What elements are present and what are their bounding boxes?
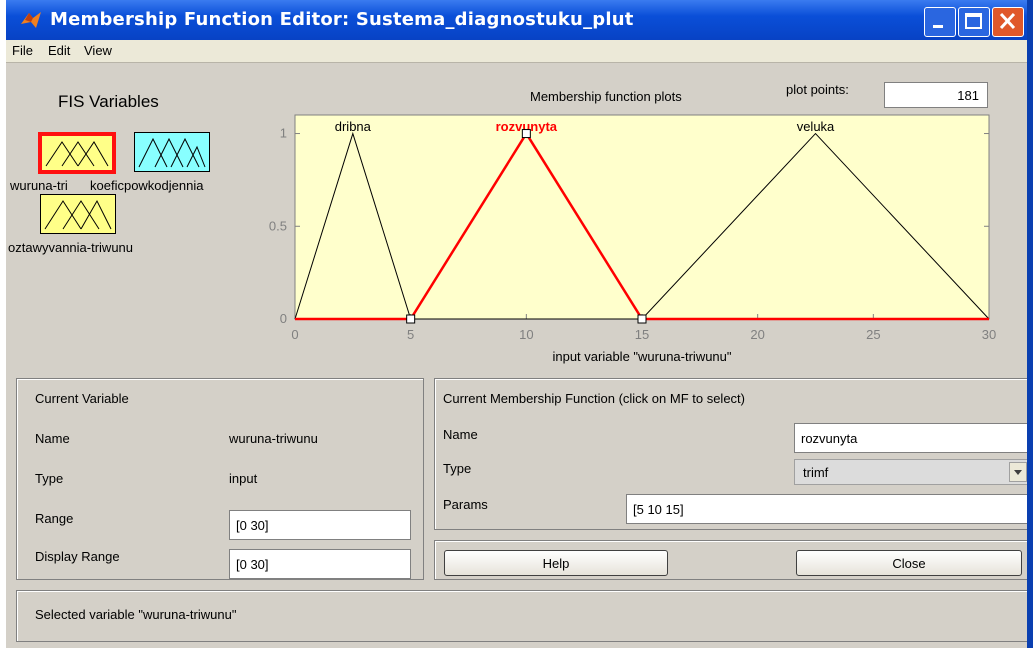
x-tick-label: 25 (866, 327, 880, 342)
status-text: Selected variable "wuruna-triwunu" (35, 607, 237, 622)
maximize-button[interactable] (958, 7, 990, 37)
variable-box-roztawyvannia-triwunu[interactable] (40, 194, 116, 234)
cv-type-label: Type (35, 471, 64, 486)
title-bar[interactable]: Membership Function Editor: Sustema_diag… (6, 0, 1033, 40)
y-tick-label: 0 (280, 311, 287, 326)
help-button[interactable]: Help (444, 550, 668, 576)
variable-box-wuruna-triwunu[interactable] (38, 132, 116, 174)
minimize-icon (933, 25, 943, 28)
mf-params-input[interactable]: [5 10 15] (626, 494, 1030, 524)
menu-file[interactable]: File (12, 43, 33, 58)
cv-name-label: Name (35, 431, 70, 446)
x-tick-label: 20 (750, 327, 764, 342)
mf-editor-window: Membership Function Editor: Sustema_diag… (6, 0, 1033, 648)
mf-shape-icon (45, 141, 109, 167)
x-tick-label: 0 (291, 327, 298, 342)
x-tick-label: 10 (519, 327, 533, 342)
variable-label-wuruna-triwunu: wuruna-tri (10, 178, 68, 193)
variable-box-koeficpowkodjennia[interactable] (134, 132, 210, 172)
matlab-logo-icon (21, 12, 41, 28)
variable-label-roztawyvannia-triwunu: oztawyvannia-triwunu (8, 240, 134, 255)
plot-points-label: plot points: (786, 82, 849, 97)
minimize-button[interactable] (924, 7, 956, 37)
plot-title: Membership function plots (530, 89, 682, 104)
menu-bar: File Edit View (6, 40, 1033, 63)
close-icon (999, 12, 1016, 30)
chevron-down-icon (1014, 470, 1022, 475)
mf-label-dribna: dribna (335, 119, 372, 134)
mf-type-select[interactable]: trimf (794, 459, 1030, 485)
mf-vertex-handle (406, 314, 416, 324)
current-variable-heading: Current Variable (35, 391, 129, 406)
mf-type-value: trimf (803, 465, 829, 480)
display-range-input[interactable]: [0 30] (229, 549, 411, 579)
cv-name-value: wuruna-triwunu (229, 431, 318, 446)
mf-vertex-handle (637, 314, 647, 324)
mf-shape-icon (138, 137, 206, 168)
mf-type-label: Type (443, 461, 472, 476)
x-tick-label: 30 (982, 327, 996, 342)
mf-shape-icon (44, 199, 112, 230)
y-tick-label: 1 (280, 126, 287, 141)
cv-range-label: Range (35, 511, 74, 526)
x-tick-label: 5 (407, 327, 414, 342)
cv-display-range-label: Display Range (35, 549, 120, 564)
plot-area[interactable] (294, 114, 990, 320)
menu-edit[interactable]: Edit (48, 43, 70, 58)
range-input[interactable]: [0 30] (229, 510, 411, 540)
maximize-icon (965, 13, 982, 29)
dropdown-button[interactable] (1009, 462, 1027, 482)
fis-variables-heading: FIS Variables (58, 92, 159, 111)
x-axis-label: input variable "wuruna-triwunu" (552, 349, 731, 364)
cv-type-value: input (229, 471, 258, 486)
mf-params-label: Params (443, 497, 488, 512)
y-tick-label: 0.5 (269, 218, 287, 233)
variable-label-koeficpowkodjennia: koeficpowkodjennia (90, 178, 204, 193)
mf-vertex-handle (521, 129, 531, 139)
current-variable-panel: Current Variable Name wuruna-triwunu Typ… (16, 378, 424, 580)
menu-view[interactable]: View (84, 43, 112, 58)
desktop-edge-right (1027, 0, 1033, 648)
window-title: Membership Function Editor: Sustema_diag… (50, 9, 634, 30)
mf-label-veluka: veluka (797, 119, 835, 134)
mf-name-input[interactable]: rozvunyta (794, 423, 1030, 453)
status-panel: Selected variable "wuruna-triwunu" (16, 590, 1030, 642)
current-mf-heading: Current Membership Function (click on MF… (443, 391, 745, 406)
membership-function-plot[interactable]: 00.51 0 5 10 15 20 25 30 dribna velukarozvunyta… (256, 105, 1016, 375)
mf-name-label: Name (443, 427, 478, 442)
x-tick-label: 15 (635, 327, 649, 342)
close-window-button[interactable] (992, 7, 1024, 37)
close-button[interactable]: Close (796, 550, 1022, 576)
